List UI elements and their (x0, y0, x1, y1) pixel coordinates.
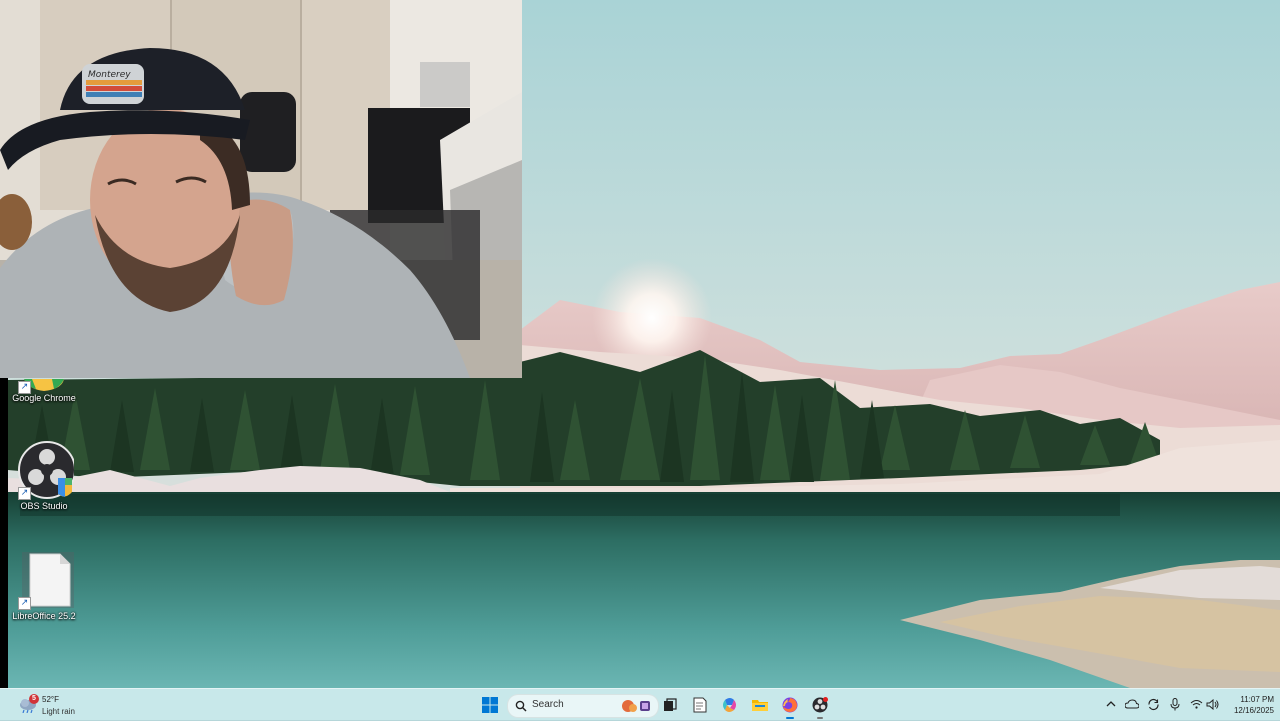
chrome-icon: ↗ (14, 378, 74, 394)
notification-badge: 5 (29, 694, 39, 704)
obs-icon (812, 697, 828, 713)
clock-date: 12/16/2025 (1233, 706, 1274, 715)
file-icon: ↗ (14, 550, 76, 610)
webcam-feed: Monterey (0, 0, 522, 378)
active-indicator (786, 717, 794, 719)
shortcut-arrow-icon: ↗ (18, 381, 31, 394)
chevron-up-icon (1106, 701, 1116, 707)
taskbar-clock[interactable]: 11:07 PM 12/16/2025 (1222, 694, 1274, 716)
active-indicator (817, 717, 823, 719)
desktop-icon-google-chrome[interactable]: ↗ Google Chrome (8, 378, 80, 403)
show-hidden-icons-button[interactable] (1104, 697, 1118, 711)
taskbar-file-explorer[interactable] (750, 695, 770, 715)
shortcut-arrow-icon: ↗ (18, 597, 31, 610)
screen-border (0, 378, 8, 688)
task-view-icon (664, 698, 677, 711)
microphone-tray[interactable] (1168, 697, 1182, 711)
sync-icon (1147, 698, 1159, 710)
taskbar-copilot[interactable] (720, 695, 740, 715)
taskbar-obs[interactable] (810, 695, 830, 719)
weather-condition: Light rain (42, 707, 75, 716)
firefox-icon (782, 697, 798, 713)
volume-icon (1206, 698, 1218, 710)
taskbar: 5 52°F Light rain Search 11:07 PM 12/16/… (0, 688, 1280, 721)
start-icon (482, 697, 498, 713)
desktop-icon-libreoffice[interactable]: ↗ LibreOffice 25.2 (8, 550, 80, 621)
shortcut-arrow-icon: ↗ (18, 487, 31, 500)
taskbar-search[interactable]: Search (507, 694, 659, 718)
desktop-icon-obs-studio[interactable]: ↗ OBS Studio (8, 440, 80, 511)
clock-time: 11:07 PM (1240, 695, 1274, 704)
microphone-icon (1170, 697, 1180, 710)
desktop-icon-label: Google Chrome (12, 393, 76, 403)
task-view-button[interactable] (660, 695, 680, 715)
file-explorer-icon (752, 700, 768, 711)
onedrive-icon (1125, 699, 1139, 709)
taskbar-firefox[interactable] (780, 695, 800, 719)
desktop-icon-label: OBS Studio (20, 501, 68, 511)
cap-logo-text: Monterey (88, 70, 131, 80)
copilot-icon (723, 698, 736, 712)
search-highlight-icon (622, 700, 650, 712)
start-button[interactable] (480, 695, 500, 715)
desktop-icon-label: LibreOffice 25.2 (12, 611, 76, 621)
webcam-overlay: Monterey (0, 0, 522, 378)
onedrive-tray[interactable] (1125, 697, 1139, 711)
desktop: Monterey ↗ Google Chrome ↗ OBS Studio ↗ … (0, 0, 1280, 720)
obs-icon: ↗ (14, 440, 76, 500)
search-icon (515, 700, 527, 712)
notepad-icon (693, 697, 707, 713)
search-placeholder: Search (532, 699, 564, 710)
weather-temperature: 52°F (42, 695, 59, 704)
network-tray[interactable] (1189, 697, 1203, 711)
taskbar-notepad[interactable] (690, 695, 710, 715)
sync-tray[interactable] (1146, 697, 1160, 711)
wifi-icon (1190, 700, 1202, 709)
volume-tray[interactable] (1205, 697, 1219, 711)
